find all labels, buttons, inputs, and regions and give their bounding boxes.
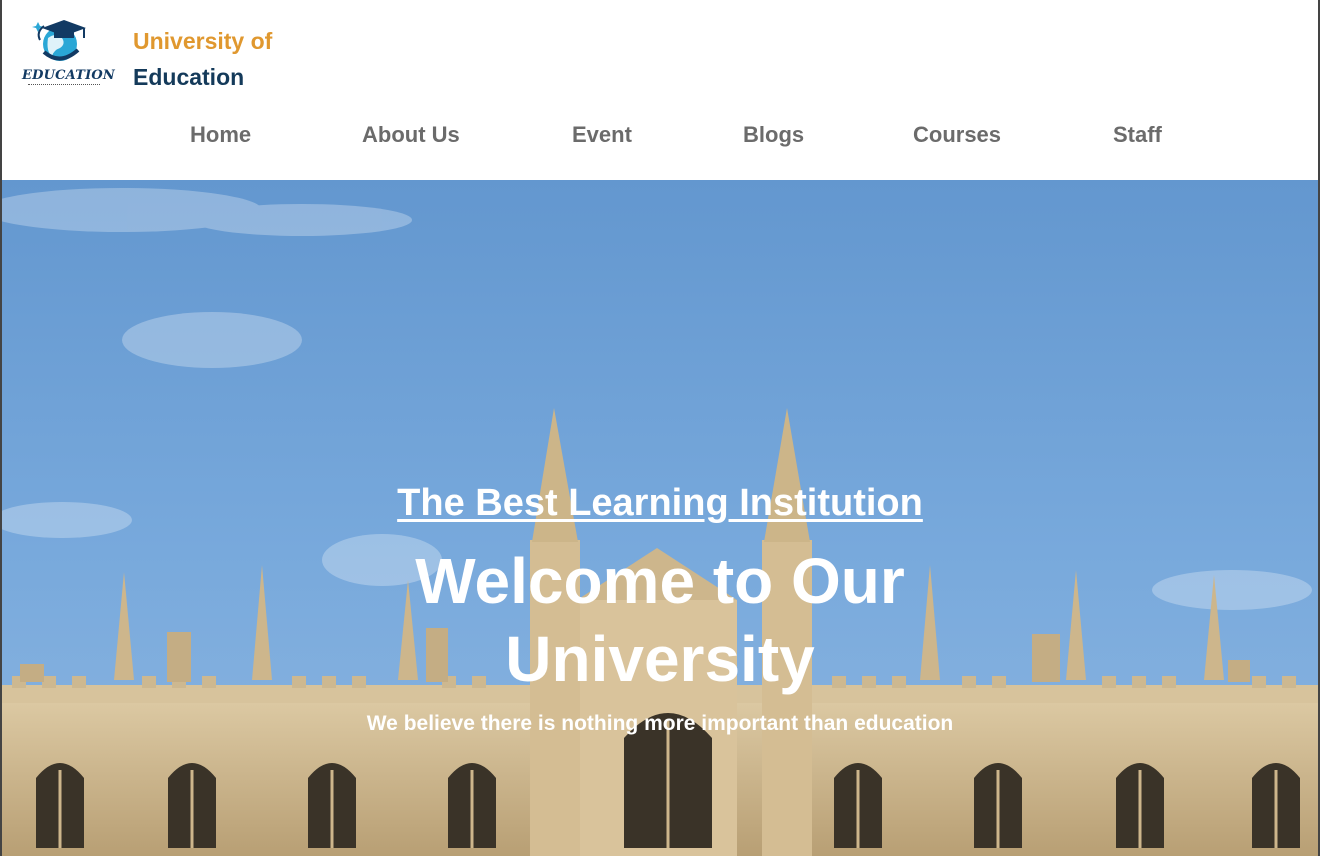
site-header: EDUCATION University of Education Home A… [2, 0, 1318, 180]
nav-blogs[interactable]: Blogs [743, 122, 804, 148]
nav-about-us[interactable]: About Us [362, 122, 460, 148]
hero-subline: We believe there is nothing more importa… [366, 712, 954, 735]
logo-wordmark: EDUCATION [22, 68, 116, 83]
nav-home[interactable]: Home [190, 122, 251, 148]
brand-name-line2[interactable]: Education [133, 64, 244, 91]
hero-eyebrow-link[interactable]: The Best Learning Institution [2, 482, 1318, 525]
hero-section: The Best Learning Institution Welcome to… [2, 180, 1318, 856]
logo-tagline [28, 84, 100, 88]
hero-content: The Best Learning Institution Welcome to… [2, 180, 1318, 856]
main-nav: Home About Us Event Blogs Courses Staff [2, 122, 1318, 152]
nav-courses[interactable]: Courses [913, 122, 1001, 148]
nav-event[interactable]: Event [572, 122, 632, 148]
brand-name-line1[interactable]: University of [133, 28, 272, 55]
site-logo[interactable]: EDUCATION [20, 16, 116, 94]
hero-headline: Welcome to Our University [415, 545, 905, 695]
nav-staff[interactable]: Staff [1113, 122, 1162, 148]
